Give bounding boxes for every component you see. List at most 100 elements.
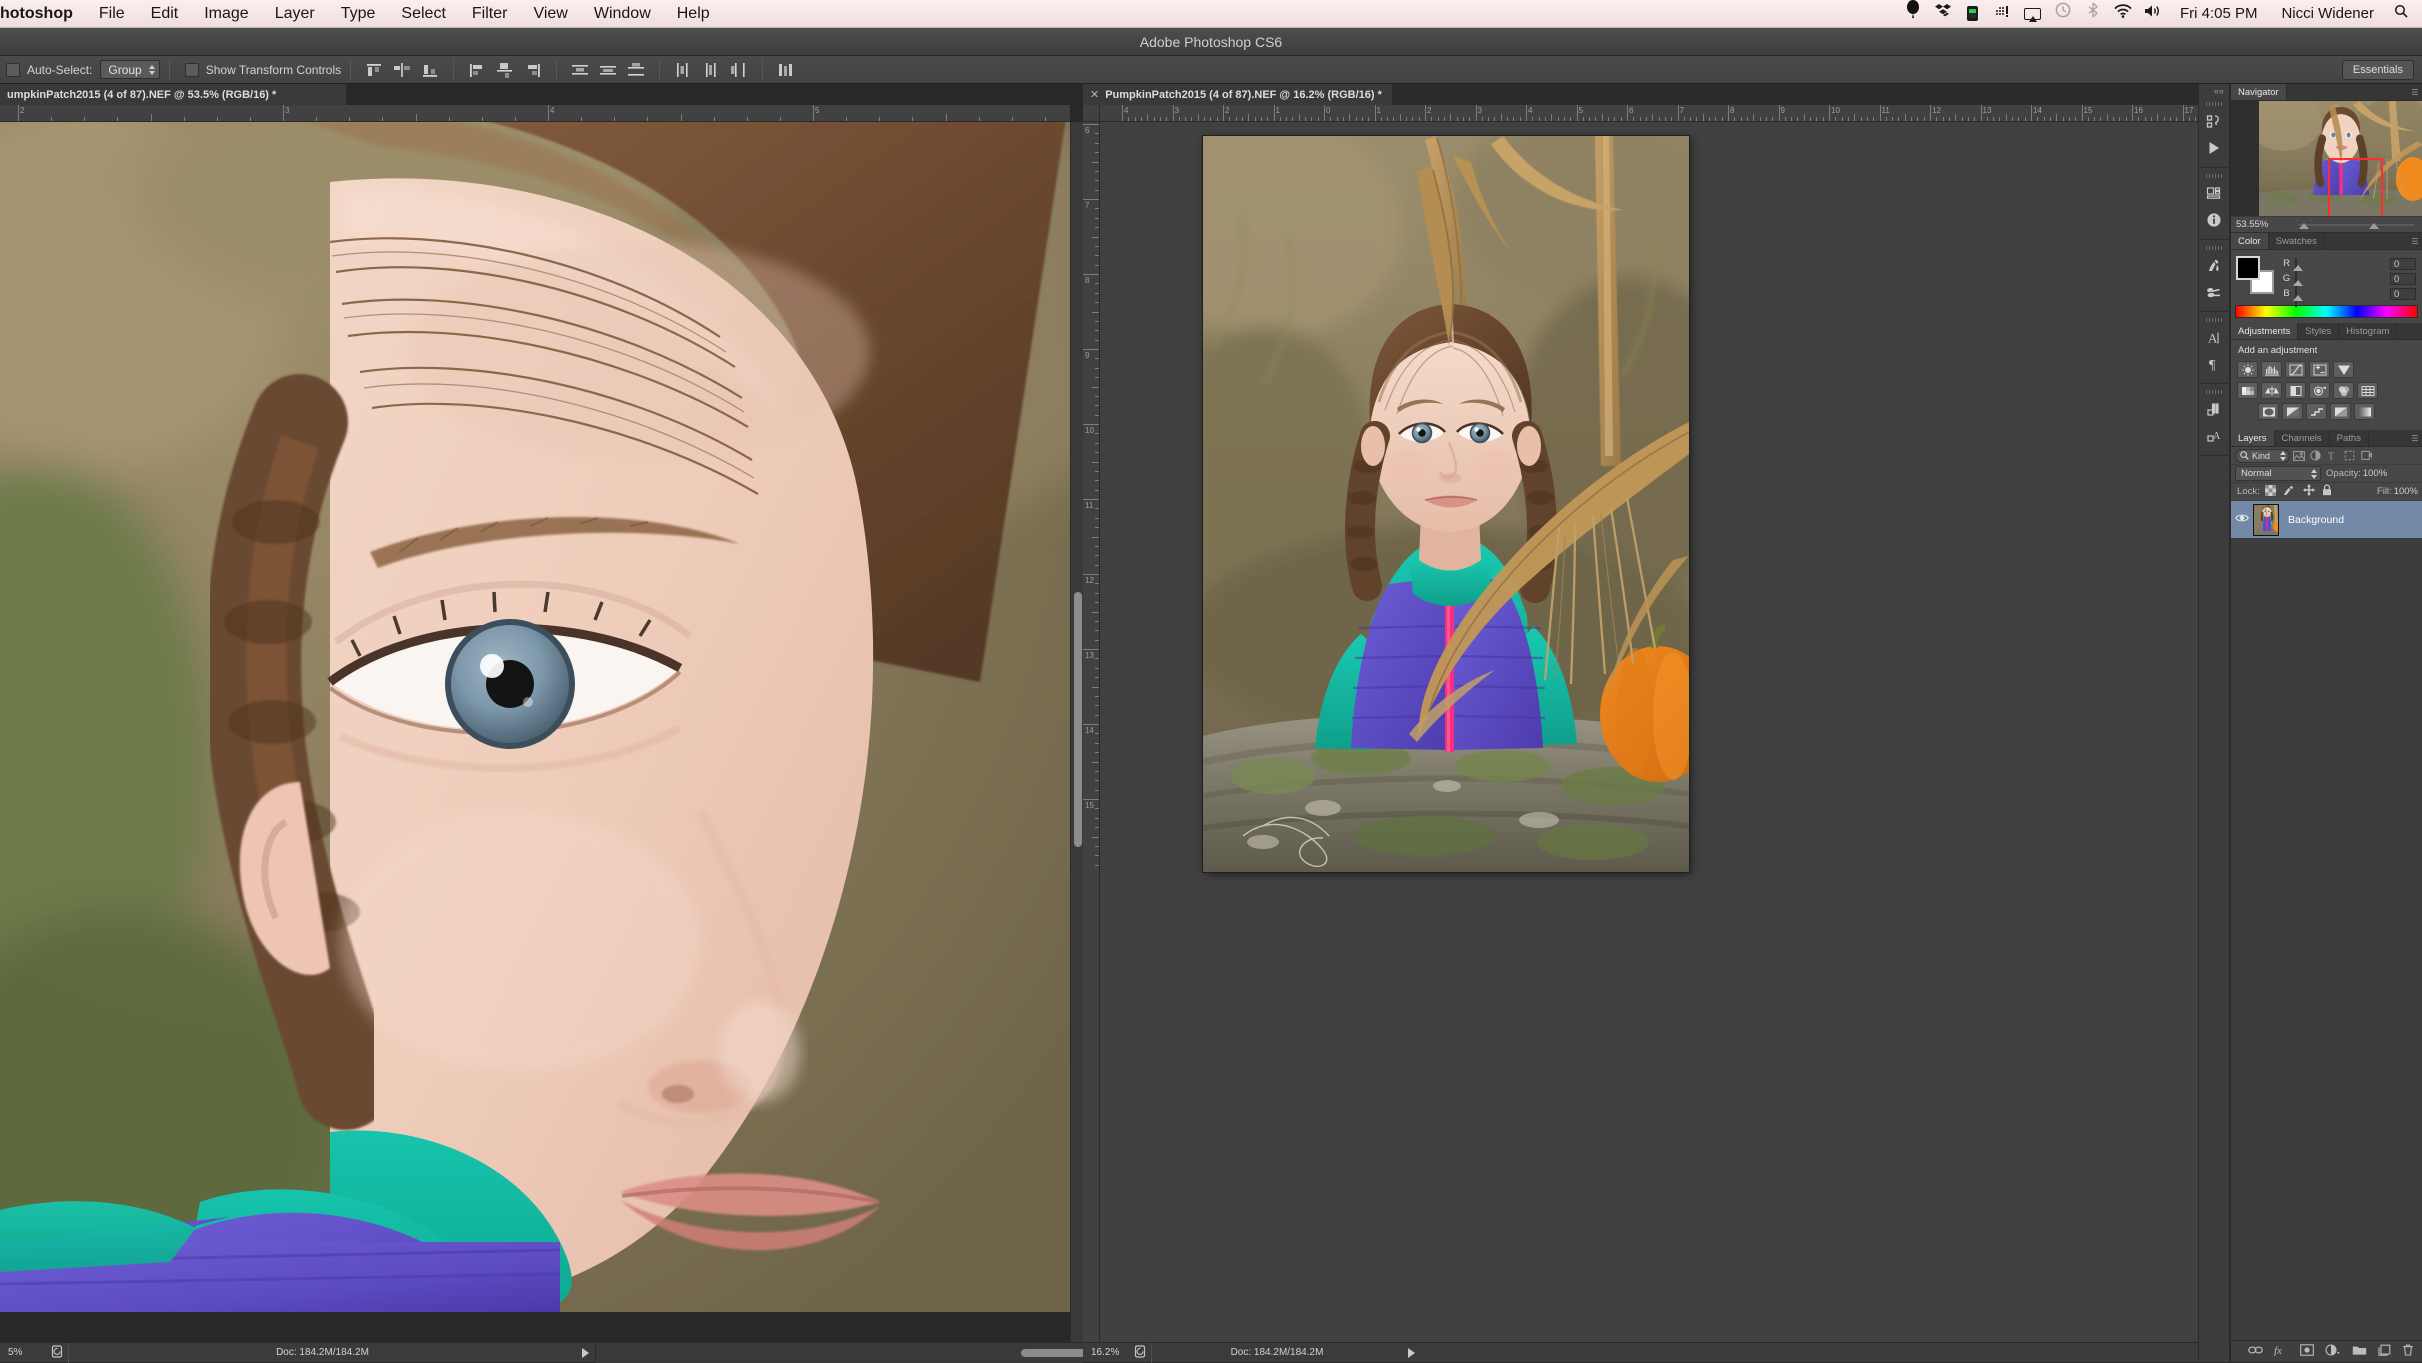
layers-panel-menu-icon[interactable]: ☰ [2408,430,2422,446]
distribute-vertical-centers-icon[interactable] [597,60,619,80]
r-handle[interactable] [2293,265,2303,271]
layer-visibility-icon[interactable] [2231,513,2253,526]
dock-grip-3[interactable] [2206,244,2222,250]
foreground-color-swatch[interactable] [2236,256,2260,280]
link-layers-icon[interactable] [2248,1345,2263,1358]
menu-item-photoshop[interactable]: hotoshop [0,0,86,28]
gradient-map-icon[interactable] [2354,403,2375,420]
new-adjustment-icon[interactable] [2325,1344,2341,1359]
wifi-icon[interactable] [2108,0,2138,28]
b-handle[interactable] [2293,295,2303,301]
image-canvas-right[interactable] [1203,136,1689,872]
channel-mixer-icon[interactable] [2333,382,2354,399]
hue-saturation-icon[interactable] [2237,382,2258,399]
distribute-left-edges-icon[interactable] [672,60,694,80]
info-icon[interactable] [2199,207,2229,233]
menu-item-edit[interactable]: Edit [138,0,192,28]
layer-name[interactable]: Background [2288,514,2344,526]
character-icon[interactable]: A [2199,325,2229,351]
workspace-switcher-button[interactable]: Essentials [2342,60,2414,80]
black-white-icon[interactable] [2285,382,2306,399]
distribute-right-edges-icon[interactable] [728,60,750,80]
dock-grip-5[interactable] [2206,388,2222,394]
menu-item-image[interactable]: Image [191,0,261,28]
add-mask-icon[interactable] [2300,1344,2314,1359]
volume-icon[interactable] [2138,0,2168,28]
zoom-slider-handle[interactable] [2369,223,2379,229]
align-left-edges-icon[interactable] [466,60,488,80]
adjustment-filter-icon[interactable] [2307,448,2324,463]
lock-position-icon[interactable] [2303,483,2315,501]
type-filter-icon[interactable]: T [2324,448,2341,463]
navigator-view-box[interactable] [2328,158,2383,216]
document-tab-right[interactable]: ✕ PumpkinPatch2015 (4 of 87).NEF @ 16.2%… [1083,84,1393,105]
smartobject-filter-icon[interactable] [2358,448,2375,463]
tab-channels[interactable]: Channels [2275,430,2330,446]
lock-image-icon[interactable] [2283,483,2296,501]
new-group-icon[interactable] [2352,1344,2367,1359]
brightness-contrast-icon[interactable] [2237,361,2258,378]
menu-item-filter[interactable]: Filter [459,0,521,28]
align-horizontal-centers-icon[interactable] [494,60,516,80]
lock-transparency-icon[interactable] [2265,483,2276,501]
airplay-icon[interactable] [2018,0,2048,28]
timemachine-icon[interactable] [2048,0,2078,28]
fill-value[interactable]: 100% [2394,486,2418,497]
tab-navigator[interactable]: Navigator [2231,84,2287,100]
color-balance-icon[interactable] [2261,382,2282,399]
user-name[interactable]: Nicci Widener [2269,0,2386,28]
menu-item-type[interactable]: Type [328,0,389,28]
posterize-icon[interactable] [2282,403,2303,420]
horizontal-scrollbar-left[interactable] [595,1343,1083,1363]
brush-presets-icon[interactable] [2199,279,2229,305]
r-value[interactable]: 0 [2390,258,2416,270]
clock[interactable]: Fri 4:05 PM [2168,0,2270,28]
paragraph-icon[interactable]: ¶ [2199,351,2229,377]
layer-row-background[interactable]: Background [2231,501,2422,539]
layer-comps-icon[interactable] [2199,397,2229,423]
vertical-scrollbar-left[interactable] [1070,122,1083,1342]
layer-thumbnail[interactable] [2253,504,2279,536]
canvas-left[interactable] [0,122,1070,1342]
auto-select-checkbox[interactable] [6,63,20,77]
navigator-zoom-slider[interactable] [2291,216,2422,233]
doc-size-info-right[interactable]: Doc: 184.2M/184.2M [1152,1347,1402,1358]
collapse-panels-icon[interactable]: «« [2199,84,2229,96]
levels-icon[interactable] [2261,361,2282,378]
lock-all-icon[interactable] [2322,483,2332,501]
dock-grip-4[interactable] [2206,316,2222,322]
color-panel-menu-icon[interactable]: ☰ [2408,233,2422,249]
tab-color[interactable]: Color [2231,233,2269,249]
new-layer-icon[interactable] [2378,1344,2391,1359]
dropbox-icon[interactable] [1928,0,1958,28]
invert-icon[interactable] [2258,403,2279,420]
zoom-level-right[interactable]: 16.2% [1083,1347,1129,1358]
b-slider[interactable] [2295,289,2387,298]
dots-icon[interactable] [1988,0,2018,28]
navigator-panel-menu-icon[interactable]: ☰ [2408,84,2422,100]
menu-item-help[interactable]: Help [664,0,723,28]
menu-item-select[interactable]: Select [388,0,458,28]
color-spectrum-ramp[interactable] [2235,305,2418,318]
delete-layer-icon[interactable] [2402,1344,2414,1359]
spotlight-icon[interactable] [2386,0,2416,28]
vibrance-icon[interactable] [2333,361,2354,378]
threshold-icon[interactable] [2306,403,2327,420]
dock-grip[interactable] [2206,100,2222,106]
g-slider[interactable] [2295,274,2387,283]
doc-size-info-left[interactable]: Doc: 184.2M/184.2M [69,1347,576,1358]
show-transform-controls-checkbox[interactable] [185,63,199,77]
distribute-top-edges-icon[interactable] [569,60,591,80]
tab-swatches[interactable]: Swatches [2269,233,2325,249]
align-right-edges-icon[interactable] [522,60,544,80]
g-value[interactable]: 0 [2390,273,2416,285]
b-value[interactable]: 0 [2390,288,2416,300]
align-bottom-edges-icon[interactable] [419,60,441,80]
blend-mode-dropdown[interactable]: Normal [2235,466,2321,481]
document-tab-left[interactable]: umpkinPatch2015 (4 of 87).NEF @ 53.5% (R… [0,84,347,105]
history-icon[interactable] [2199,109,2229,135]
tab-adjustments[interactable]: Adjustments [2231,323,2298,339]
actions-icon[interactable] [2199,135,2229,161]
zoom-level-left[interactable]: 5% [0,1347,46,1358]
selective-color-icon[interactable] [2330,403,2351,420]
